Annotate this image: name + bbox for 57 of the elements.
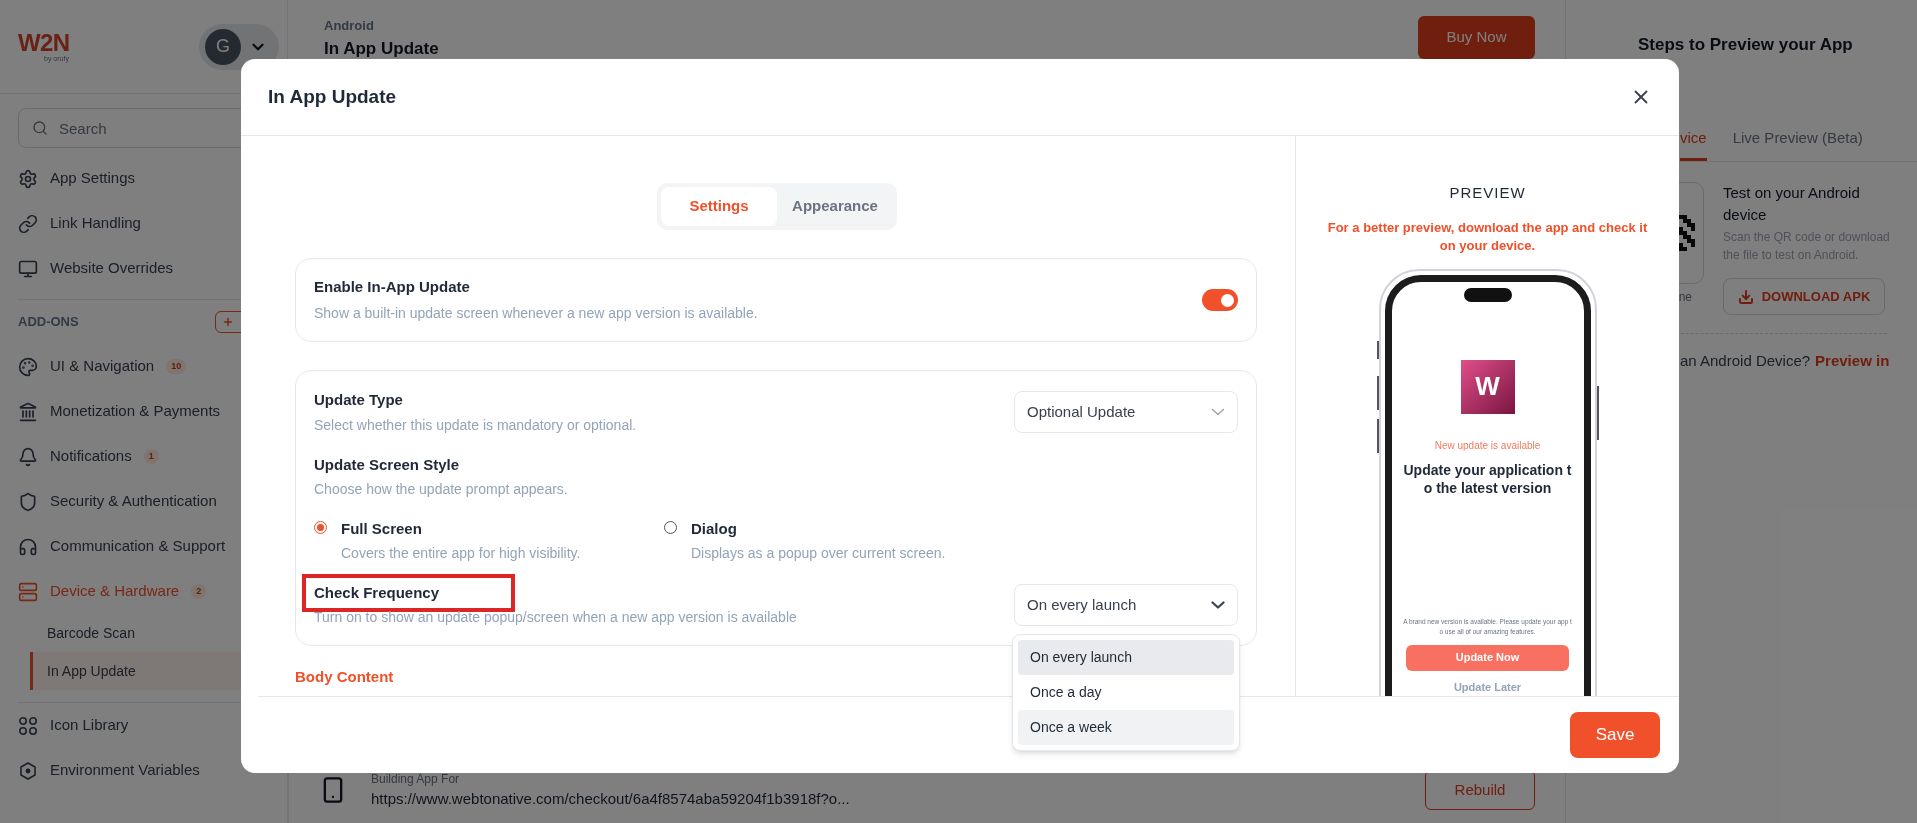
question-text: an Android Device? — [1680, 351, 1811, 371]
sidebar-item[interactable]: App Settings — [0, 156, 287, 201]
panel-title: Steps to Preview your App — [1638, 34, 1853, 57]
modal-title: In App Update — [268, 84, 397, 109]
option-label: Full Screen — [341, 519, 423, 539]
save-button[interactable]: Save — [1570, 712, 1660, 758]
sidebar-item[interactable]: Security & Authentication — [0, 479, 287, 524]
setting-description: Show a built-in update screen whenever a new app version is available. — [314, 303, 758, 323]
section-heading: Body Content — [295, 667, 394, 687]
field-title: Check Frequency — [314, 582, 440, 603]
sidebar-item[interactable]: Link Handling — [0, 201, 287, 246]
page-title: In App Update — [324, 37, 439, 60]
sidebar-item[interactable]: UI & Navigation 10 — [0, 344, 287, 389]
avatar: G — [205, 28, 241, 65]
test-title: Test on your Android device — [1723, 183, 1861, 225]
update-later-link[interactable]: Update Later — [1453, 678, 1522, 695]
tab[interactable]: Settings — [661, 187, 777, 226]
update-label: New update is available — [1434, 438, 1541, 453]
dropdown-option[interactable]: On every launch — [1018, 639, 1234, 675]
field-description: Turn on to show an update popup/screen when a new app version is available — [314, 608, 797, 627]
download-button[interactable]: DOWNLOAD APK — [1723, 278, 1885, 315]
platform-label: Android — [324, 17, 375, 35]
dropdown-option[interactable]: Once a week — [1018, 709, 1234, 745]
option-description: Displays as a popup over current screen. — [691, 543, 946, 563]
update-now-button[interactable]: Update Now — [1406, 644, 1569, 671]
tab[interactable]: Appearance — [777, 187, 893, 226]
account-menu[interactable]: G — [199, 23, 279, 70]
app-icon: W — [1460, 359, 1515, 414]
sidebar-item[interactable]: Monetization & Payments — [0, 389, 287, 434]
build-label: Building App For — [371, 770, 461, 788]
field-description: Select whether this update is mandatory or optional. — [314, 415, 637, 435]
qr-caption: ne — [1678, 289, 1692, 306]
sidebar-item[interactable]: Icon Library — [0, 703, 287, 748]
sidebar-item[interactable]: Website Overrides — [0, 246, 287, 291]
count-badge: 10 — [166, 358, 187, 375]
preview-heading: PREVIEW — [1449, 183, 1526, 203]
field-title: Update Type — [314, 390, 403, 410]
buy-button[interactable]: Buy Now — [1418, 16, 1535, 59]
field-description: Choose how the update prompt appears. — [314, 480, 569, 499]
tab[interactable]: Live Preview (Beta) — [1732, 118, 1863, 161]
setting-title: Enable In-App Update — [314, 277, 471, 298]
section-heading: ADD-ONS — [18, 313, 79, 332]
sidebar-item[interactable]: Environment Variables — [0, 748, 287, 793]
select-field[interactable]: On every launch — [1014, 583, 1238, 626]
select-field[interactable]: Optional Update — [1014, 391, 1238, 434]
update-title: Update your application to the latest version — [1403, 460, 1572, 497]
sidebar-item[interactable]: Communication & Support — [0, 524, 287, 569]
build-url: https://www.webtonative.com/checkout/6a4f8574aba59204f1b3918f?o... — [371, 788, 851, 809]
option-description: Covers the entire app for high visibility. — [341, 543, 581, 563]
sidebar-item[interactable]: Device & Hardware 2 — [0, 569, 287, 614]
preview-note: For a better preview, download the app and check it on your device. — [1326, 218, 1649, 255]
field-title: Update Screen Style — [314, 454, 460, 475]
sidebar-item[interactable]: Notifications 1 — [0, 434, 287, 479]
option-label: Dialog — [691, 519, 738, 539]
count-badge: 2 — [191, 583, 207, 600]
preview-link[interactable]: Preview in — [1815, 350, 1890, 373]
count-badge: 1 — [143, 448, 159, 465]
